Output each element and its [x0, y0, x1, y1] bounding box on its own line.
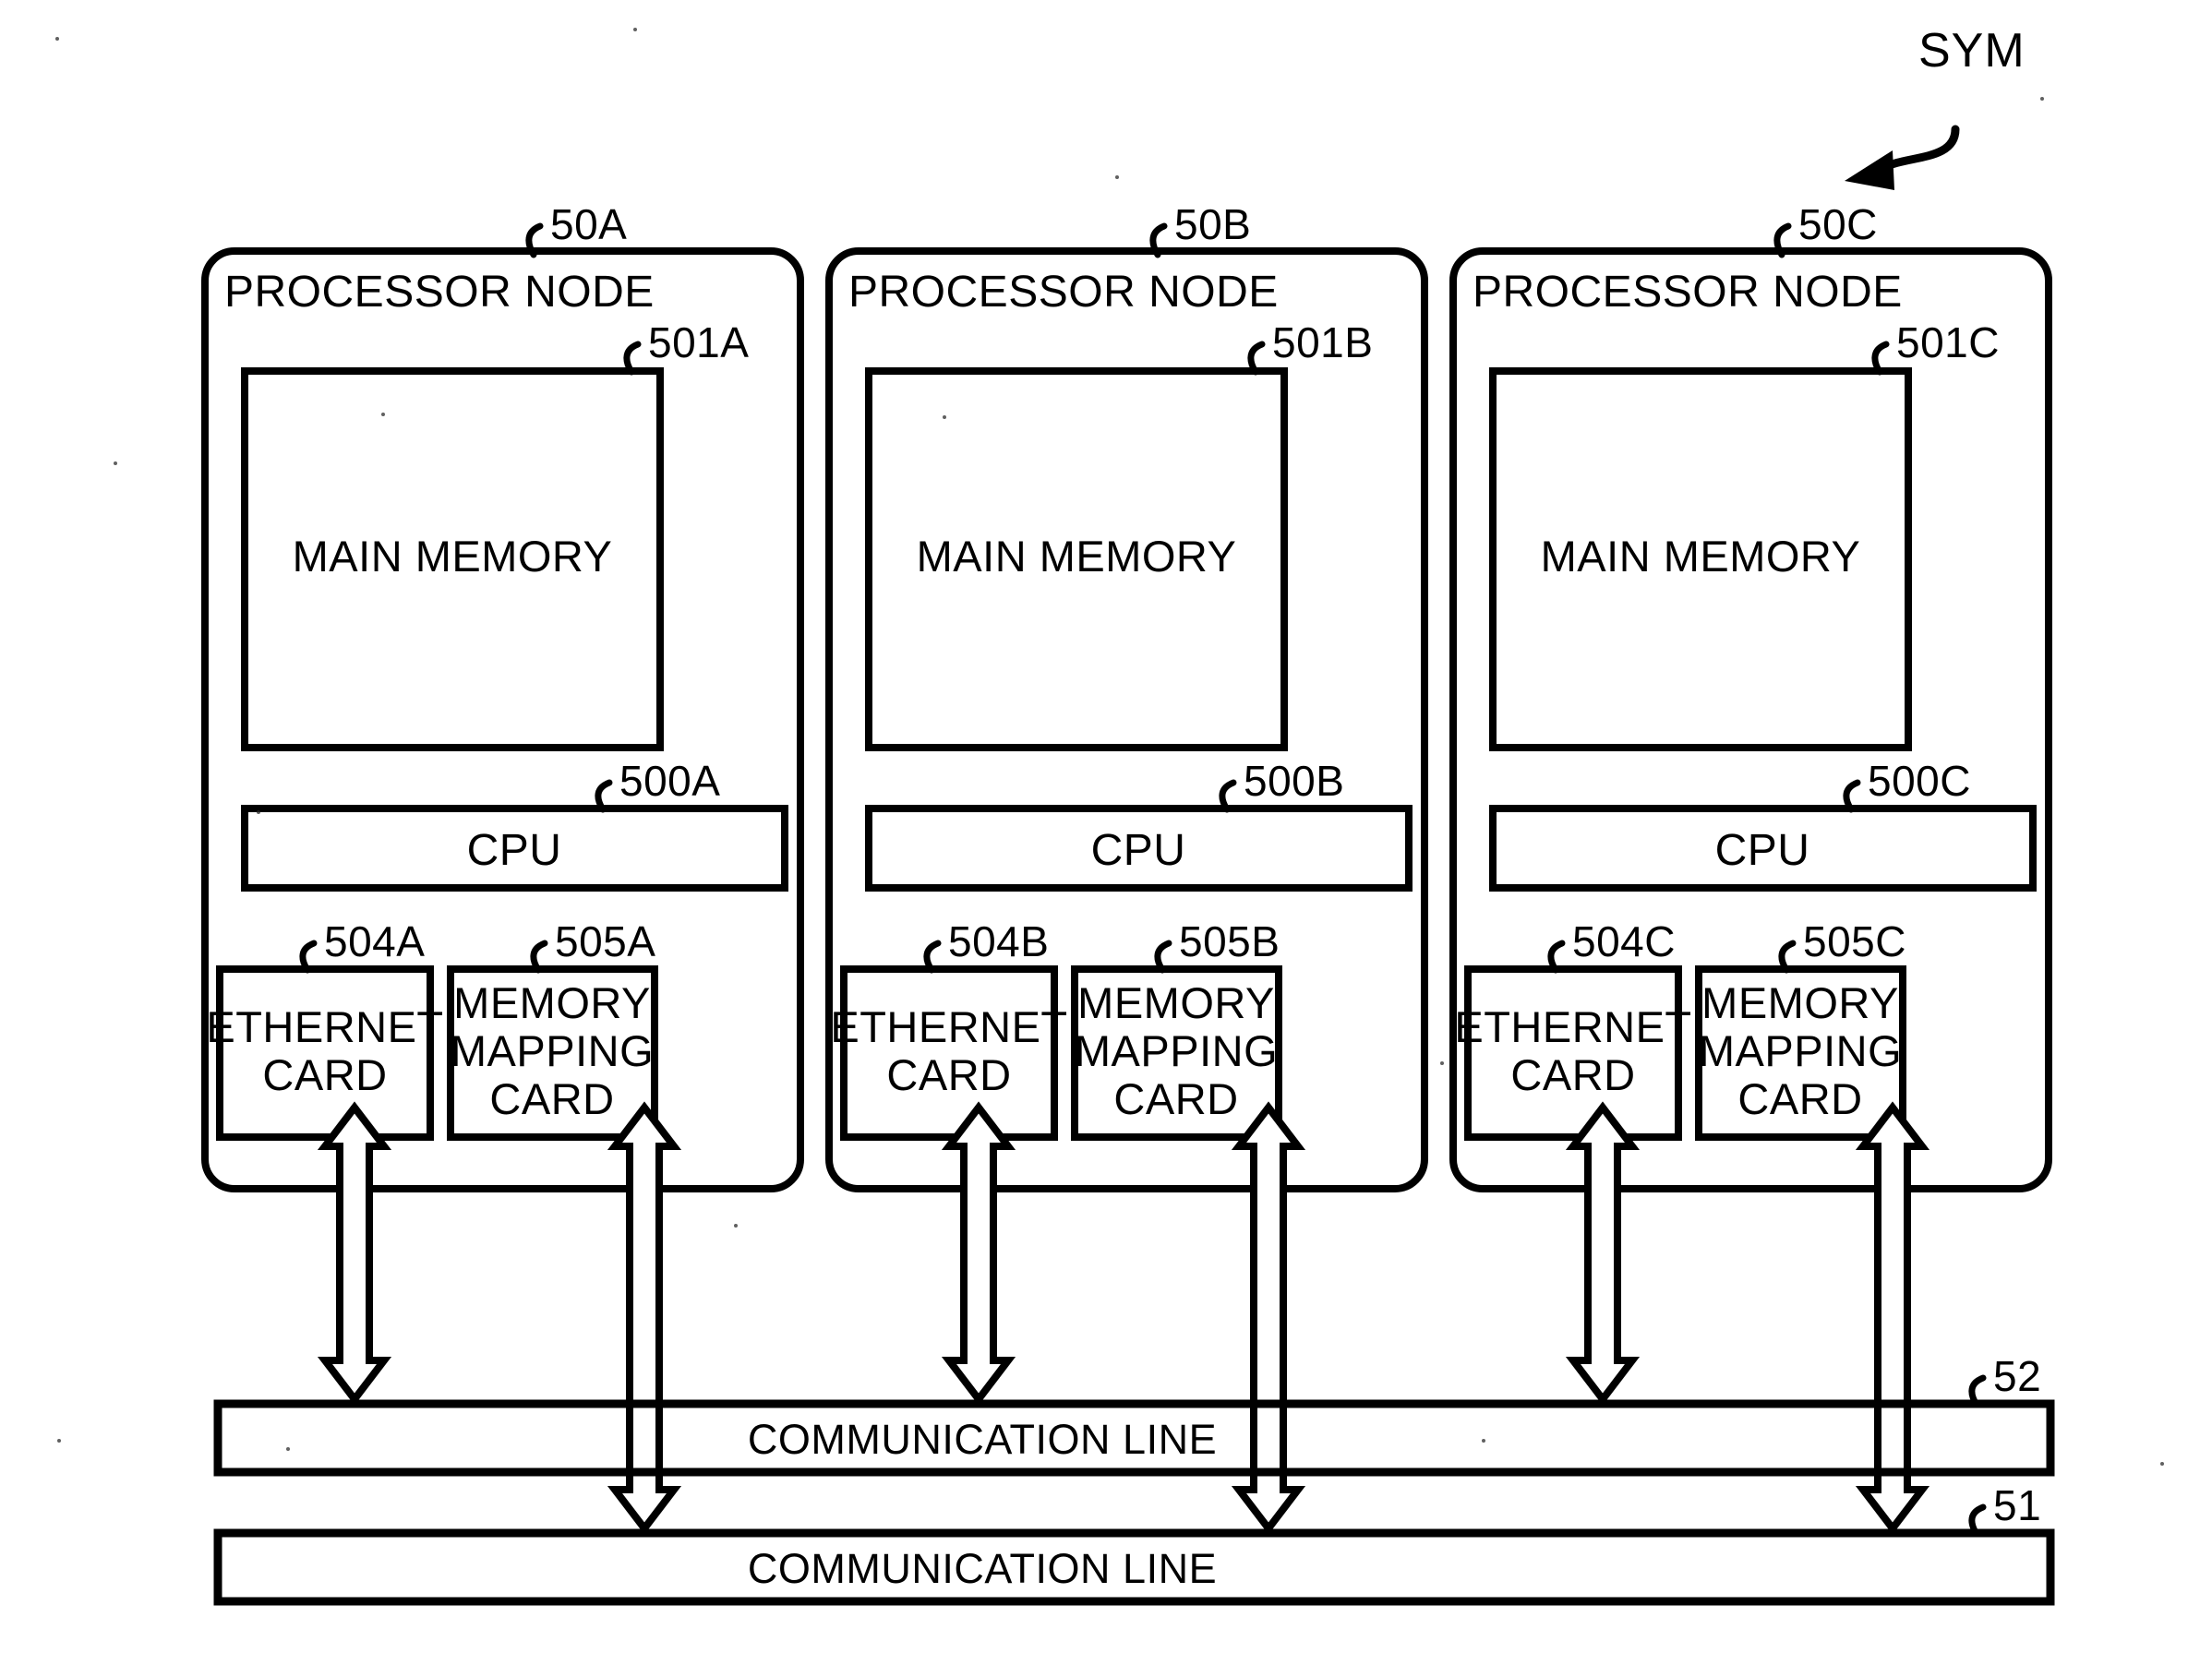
- scan-speck: [633, 28, 637, 31]
- bus-arrows-node-c: [1565, 1101, 1930, 1535]
- memory-mapping-card-b-line2: MAPPING: [1074, 1026, 1279, 1075]
- ref-500b: 500B: [1244, 757, 1345, 805]
- memory-mapping-card-c-line2: MAPPING: [1698, 1026, 1903, 1075]
- ref-501c: 501C: [1896, 318, 2000, 366]
- scan-speck: [257, 810, 260, 814]
- ref-51: 51: [1993, 1481, 2042, 1529]
- scan-speck: [1115, 175, 1119, 179]
- scan-speck: [286, 1447, 290, 1451]
- memory-mapping-card-c-line1: MEMORY: [1701, 978, 1899, 1027]
- bus-arrows-node-b: [941, 1101, 1306, 1535]
- ref-500c: 500C: [1868, 757, 1971, 805]
- ethernet-card-b-line1: ETHERNET: [830, 1002, 1068, 1051]
- ref-504b: 504B: [948, 917, 1050, 965]
- scan-speck: [114, 461, 117, 465]
- processor-node-c-title: PROCESSOR NODE: [1473, 268, 1903, 317]
- memory-mapping-card-b-line3: CARD: [1113, 1074, 1239, 1123]
- ethernet-card-c-line2: CARD: [1510, 1050, 1636, 1099]
- processor-node-b-title: PROCESSOR NODE: [848, 268, 1279, 317]
- ref-52: 52: [1993, 1352, 2042, 1400]
- processor-node-a-title: PROCESSOR NODE: [224, 268, 655, 317]
- scan-speck: [2040, 97, 2044, 101]
- main-memory-a-label: MAIN MEMORY: [292, 532, 613, 581]
- scan-speck: [2160, 1462, 2164, 1466]
- scan-speck: [1482, 1439, 1485, 1443]
- ref-50b: 50B: [1174, 200, 1252, 248]
- cpu-a-label: CPU: [466, 826, 562, 875]
- sym-arrow-icon: [1845, 125, 1960, 190]
- ethernet-card-b-line2: CARD: [886, 1050, 1012, 1099]
- communication-line-52-label: COMMUNICATION LINE: [747, 1416, 1218, 1463]
- cpu-b-label: CPU: [1090, 826, 1186, 875]
- ethernet-card-c-line1: ETHERNET: [1454, 1002, 1692, 1051]
- system-label: SYM: [1918, 24, 2026, 78]
- ref-501b: 501B: [1272, 318, 1374, 366]
- communication-line-51-label: COMMUNICATION LINE: [747, 1545, 1218, 1592]
- main-memory-b-label: MAIN MEMORY: [916, 532, 1237, 581]
- ref-505b: 505B: [1179, 917, 1280, 965]
- ref-500a: 500A: [619, 757, 721, 805]
- scan-speck: [381, 413, 385, 416]
- ref-504a: 504A: [324, 917, 426, 965]
- scan-speck: [1440, 1061, 1444, 1065]
- memory-mapping-card-c-line3: CARD: [1737, 1074, 1863, 1123]
- patent-figure-canvas: SYM 50A PROCESSOR NODE 501A MAIN MEMORY …: [0, 0, 2212, 1677]
- memory-mapping-card-a-line2: MAPPING: [450, 1026, 655, 1075]
- bus-arrows-node-a: [317, 1101, 682, 1535]
- ref-505c: 505C: [1803, 917, 1906, 965]
- cpu-c-label: CPU: [1714, 826, 1810, 875]
- ethernet-card-a-line1: ETHERNET: [206, 1002, 444, 1051]
- scan-speck: [55, 37, 59, 41]
- ref-50a: 50A: [550, 200, 628, 248]
- main-memory-c-label: MAIN MEMORY: [1540, 532, 1861, 581]
- ref-505a: 505A: [555, 917, 656, 965]
- memory-mapping-card-a-line3: CARD: [489, 1074, 615, 1123]
- scan-speck: [943, 415, 946, 419]
- scan-speck: [734, 1224, 738, 1228]
- ethernet-card-a-line2: CARD: [262, 1050, 388, 1099]
- ref-504c: 504C: [1572, 917, 1676, 965]
- ref-501a: 501A: [648, 318, 750, 366]
- memory-mapping-card-a-line1: MEMORY: [453, 978, 651, 1027]
- ref-50c: 50C: [1798, 200, 1878, 248]
- scan-speck: [57, 1439, 61, 1443]
- memory-mapping-card-b-line1: MEMORY: [1077, 978, 1275, 1027]
